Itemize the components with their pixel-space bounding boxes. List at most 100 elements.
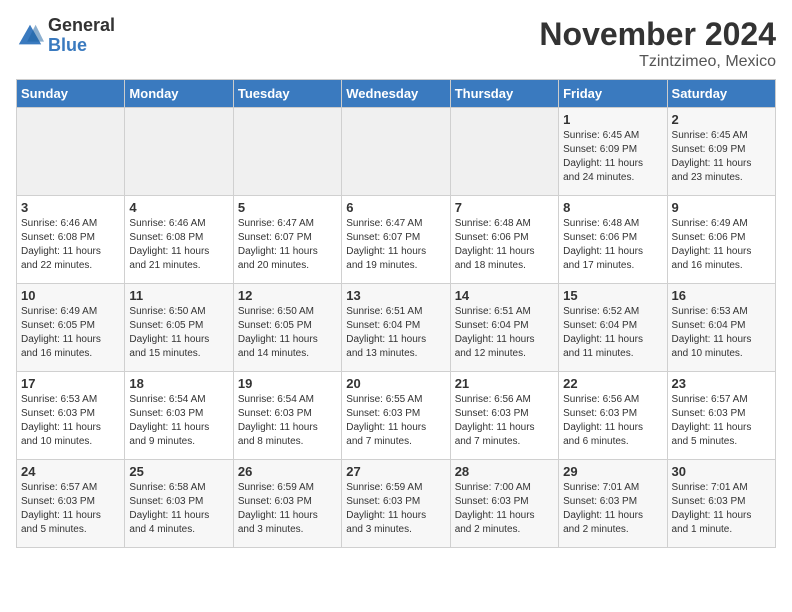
day-number: 7	[455, 200, 554, 215]
day-info: Sunrise: 6:46 AM Sunset: 6:08 PM Dayligh…	[129, 217, 228, 273]
calendar-cell: 14 Sunrise: 6:51 AM Sunset: 6:04 PM Dayli…	[450, 284, 558, 372]
day-info: Sunrise: 6:56 AM Sunset: 6:03 PM Dayligh…	[563, 393, 662, 449]
day-number: 1	[563, 112, 662, 127]
calendar-cell: 3 Sunrise: 6:46 AM Sunset: 6:08 PM Daylig…	[17, 196, 125, 284]
day-number: 10	[21, 288, 120, 303]
page-header: General Blue November 2024 Tzintzimeo, M…	[16, 16, 776, 71]
calendar-cell: 30 Sunrise: 7:01 AM Sunset: 6:03 PM Dayli…	[667, 460, 775, 548]
calendar-cell: 23 Sunrise: 6:57 AM Sunset: 6:03 PM Dayli…	[667, 372, 775, 460]
calendar-cell: 11 Sunrise: 6:50 AM Sunset: 6:05 PM Dayli…	[125, 284, 233, 372]
weekday-header: Thursday	[450, 80, 558, 108]
calendar-cell: 24 Sunrise: 6:57 AM Sunset: 6:03 PM Dayli…	[17, 460, 125, 548]
calendar-cell: 17 Sunrise: 6:53 AM Sunset: 6:03 PM Dayli…	[17, 372, 125, 460]
logo-text: General Blue	[48, 16, 115, 56]
calendar-cell: 19 Sunrise: 6:54 AM Sunset: 6:03 PM Dayli…	[233, 372, 341, 460]
calendar-cell: 27 Sunrise: 6:59 AM Sunset: 6:03 PM Dayli…	[342, 460, 450, 548]
month-title: November 2024	[539, 16, 776, 53]
day-info: Sunrise: 6:57 AM Sunset: 6:03 PM Dayligh…	[672, 393, 771, 449]
day-number: 2	[672, 112, 771, 127]
calendar-cell: 4 Sunrise: 6:46 AM Sunset: 6:08 PM Daylig…	[125, 196, 233, 284]
day-number: 12	[238, 288, 337, 303]
logo-blue: Blue	[48, 35, 87, 55]
calendar-cell	[17, 108, 125, 196]
day-info: Sunrise: 6:45 AM Sunset: 6:09 PM Dayligh…	[563, 129, 662, 185]
day-info: Sunrise: 6:50 AM Sunset: 6:05 PM Dayligh…	[129, 305, 228, 361]
day-number: 4	[129, 200, 228, 215]
calendar-cell: 28 Sunrise: 7:00 AM Sunset: 6:03 PM Dayli…	[450, 460, 558, 548]
calendar-cell: 6Sunrise: 6:47 AM Sunset: 6:07 PM Daylig…	[342, 196, 450, 284]
day-info: Sunrise: 6:57 AM Sunset: 6:03 PM Dayligh…	[21, 481, 120, 537]
calendar-cell: 8Sunrise: 6:48 AM Sunset: 6:06 PM Daylig…	[559, 196, 667, 284]
day-number: 3	[21, 200, 120, 215]
day-info: Sunrise: 6:48 AM Sunset: 6:06 PM Dayligh…	[455, 217, 554, 273]
day-number: 28	[455, 464, 554, 479]
day-info: Sunrise: 6:52 AM Sunset: 6:04 PM Dayligh…	[563, 305, 662, 361]
calendar-cell	[450, 108, 558, 196]
day-number: 18	[129, 376, 228, 391]
day-number: 19	[238, 376, 337, 391]
calendar-week-row: 3 Sunrise: 6:46 AM Sunset: 6:08 PM Daylig…	[17, 196, 776, 284]
calendar-cell: 9Sunrise: 6:49 AM Sunset: 6:06 PM Daylig…	[667, 196, 775, 284]
day-number: 29	[563, 464, 662, 479]
calendar-cell: 16Sunrise: 6:53 AM Sunset: 6:04 PM Dayli…	[667, 284, 775, 372]
day-number: 11	[129, 288, 228, 303]
calendar-cell	[233, 108, 341, 196]
day-info: Sunrise: 6:56 AM Sunset: 6:03 PM Dayligh…	[455, 393, 554, 449]
day-info: Sunrise: 6:48 AM Sunset: 6:06 PM Dayligh…	[563, 217, 662, 273]
logo: General Blue	[16, 16, 115, 56]
day-number: 26	[238, 464, 337, 479]
day-info: Sunrise: 7:01 AM Sunset: 6:03 PM Dayligh…	[672, 481, 771, 537]
day-number: 17	[21, 376, 120, 391]
day-info: Sunrise: 7:00 AM Sunset: 6:03 PM Dayligh…	[455, 481, 554, 537]
day-info: Sunrise: 6:51 AM Sunset: 6:04 PM Dayligh…	[455, 305, 554, 361]
day-number: 24	[21, 464, 120, 479]
calendar-cell: 10 Sunrise: 6:49 AM Sunset: 6:05 PM Dayli…	[17, 284, 125, 372]
weekday-header: Saturday	[667, 80, 775, 108]
day-info: Sunrise: 6:46 AM Sunset: 6:08 PM Dayligh…	[21, 217, 120, 273]
calendar-cell: 12 Sunrise: 6:50 AM Sunset: 6:05 PM Dayli…	[233, 284, 341, 372]
day-number: 14	[455, 288, 554, 303]
logo-icon	[16, 22, 44, 50]
day-number: 5	[238, 200, 337, 215]
day-info: Sunrise: 7:01 AM Sunset: 6:03 PM Dayligh…	[563, 481, 662, 537]
day-info: Sunrise: 6:59 AM Sunset: 6:03 PM Dayligh…	[346, 481, 445, 537]
calendar-cell: 5 Sunrise: 6:47 AM Sunset: 6:07 PM Daylig…	[233, 196, 341, 284]
weekday-header: Wednesday	[342, 80, 450, 108]
calendar-cell: 25Sunrise: 6:58 AM Sunset: 6:03 PM Dayli…	[125, 460, 233, 548]
day-info: Sunrise: 6:47 AM Sunset: 6:07 PM Dayligh…	[238, 217, 337, 273]
day-info: Sunrise: 6:54 AM Sunset: 6:03 PM Dayligh…	[238, 393, 337, 449]
day-number: 30	[672, 464, 771, 479]
day-number: 6	[346, 200, 445, 215]
day-number: 21	[455, 376, 554, 391]
calendar-cell: 13 Sunrise: 6:51 AM Sunset: 6:04 PM Dayli…	[342, 284, 450, 372]
day-number: 23	[672, 376, 771, 391]
day-info: Sunrise: 6:49 AM Sunset: 6:05 PM Dayligh…	[21, 305, 120, 361]
day-number: 13	[346, 288, 445, 303]
calendar-cell: 1 Sunrise: 6:45 AM Sunset: 6:09 PM Daylig…	[559, 108, 667, 196]
calendar-cell: 2Sunrise: 6:45 AM Sunset: 6:09 PM Daylig…	[667, 108, 775, 196]
day-info: Sunrise: 6:59 AM Sunset: 6:03 PM Dayligh…	[238, 481, 337, 537]
day-number: 20	[346, 376, 445, 391]
calendar-cell: 18 Sunrise: 6:54 AM Sunset: 6:03 PM Dayli…	[125, 372, 233, 460]
weekday-header: Friday	[559, 80, 667, 108]
day-info: Sunrise: 6:58 AM Sunset: 6:03 PM Dayligh…	[129, 481, 228, 537]
calendar-week-row: 10 Sunrise: 6:49 AM Sunset: 6:05 PM Dayli…	[17, 284, 776, 372]
day-number: 15	[563, 288, 662, 303]
calendar-cell: 26 Sunrise: 6:59 AM Sunset: 6:03 PM Dayli…	[233, 460, 341, 548]
day-info: Sunrise: 6:51 AM Sunset: 6:04 PM Dayligh…	[346, 305, 445, 361]
weekday-header: Monday	[125, 80, 233, 108]
calendar-cell: 7 Sunrise: 6:48 AM Sunset: 6:06 PM Daylig…	[450, 196, 558, 284]
day-number: 27	[346, 464, 445, 479]
day-info: Sunrise: 6:54 AM Sunset: 6:03 PM Dayligh…	[129, 393, 228, 449]
calendar-week-row: 17 Sunrise: 6:53 AM Sunset: 6:03 PM Dayli…	[17, 372, 776, 460]
location-title: Tzintzimeo, Mexico	[539, 53, 776, 71]
day-info: Sunrise: 6:55 AM Sunset: 6:03 PM Dayligh…	[346, 393, 445, 449]
day-info: Sunrise: 6:53 AM Sunset: 6:03 PM Dayligh…	[21, 393, 120, 449]
day-info: Sunrise: 6:50 AM Sunset: 6:05 PM Dayligh…	[238, 305, 337, 361]
weekday-header-row: SundayMondayTuesdayWednesdayThursdayFrid…	[17, 80, 776, 108]
calendar-cell: 21 Sunrise: 6:56 AM Sunset: 6:03 PM Dayli…	[450, 372, 558, 460]
calendar-cell: 29 Sunrise: 7:01 AM Sunset: 6:03 PM Dayli…	[559, 460, 667, 548]
day-number: 9	[672, 200, 771, 215]
day-info: Sunrise: 6:53 AM Sunset: 6:04 PM Dayligh…	[672, 305, 771, 361]
calendar-cell: 20 Sunrise: 6:55 AM Sunset: 6:03 PM Dayli…	[342, 372, 450, 460]
